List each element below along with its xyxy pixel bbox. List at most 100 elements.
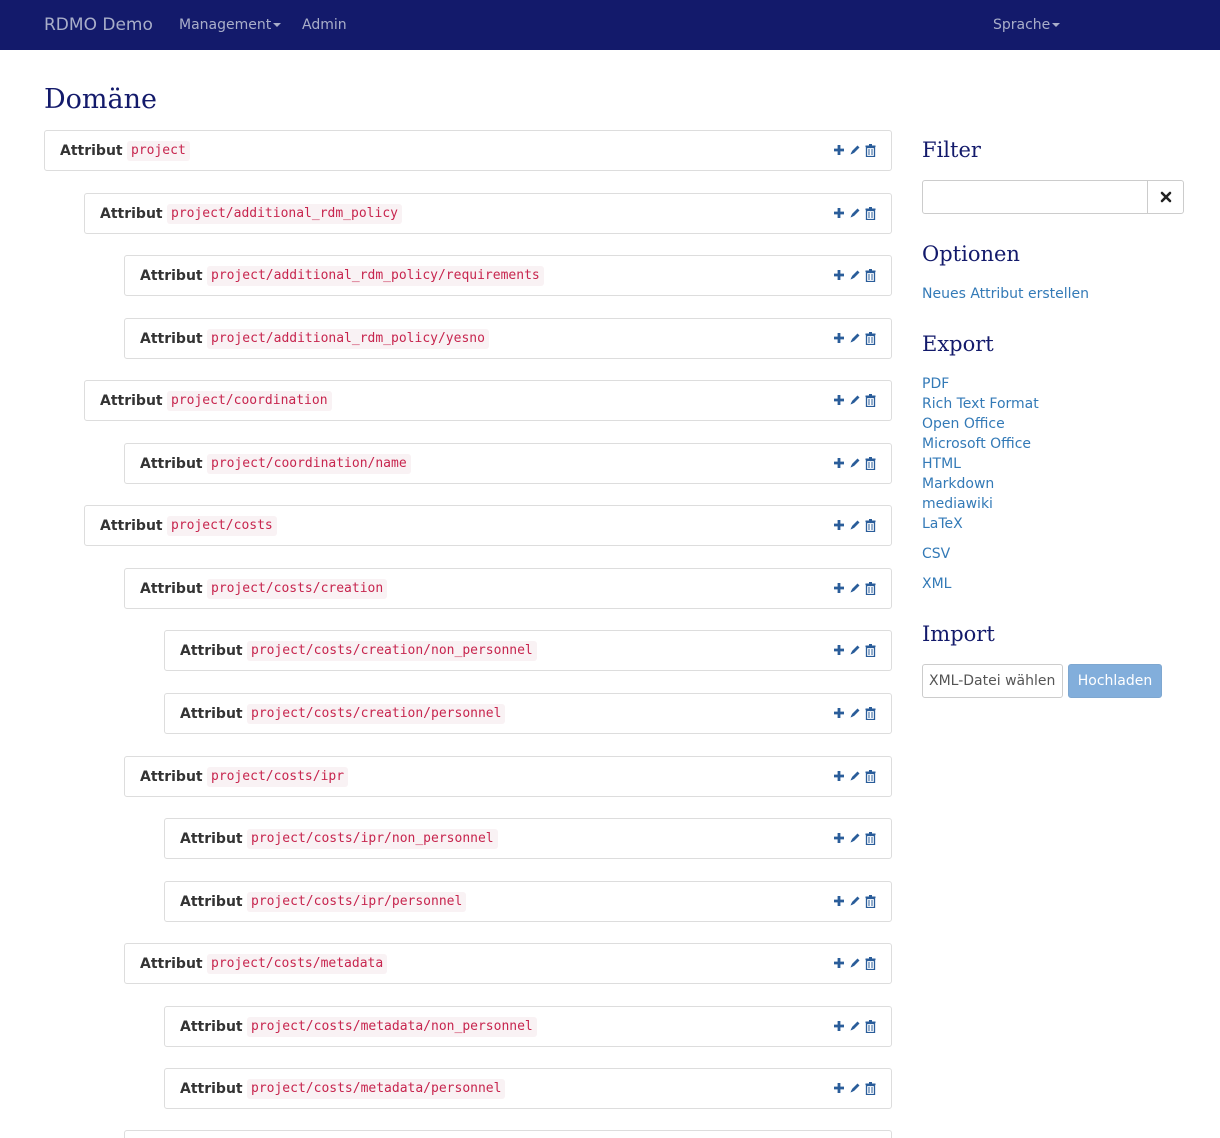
- attribute-key: project/costs/ipr/non_personnel: [247, 829, 498, 849]
- page-title: Domäne: [44, 84, 157, 115]
- clear-filter-button[interactable]: [1147, 180, 1184, 214]
- pencil-icon[interactable]: [849, 644, 861, 658]
- row-actions: [833, 518, 877, 534]
- pencil-icon[interactable]: [849, 394, 861, 408]
- trash-icon[interactable]: [865, 707, 877, 721]
- attribute-row: Attribut project/costs/creation/non_perso…: [164, 630, 892, 671]
- plus-icon[interactable]: [833, 770, 845, 784]
- plus-icon[interactable]: [833, 394, 845, 408]
- attribute-row: Attribut project/costs/metadata/personnel: [164, 1068, 892, 1109]
- trash-icon[interactable]: [865, 394, 877, 408]
- caret-down-icon: [1052, 23, 1061, 27]
- attribute-row: Attribut project/costs/metadata/non_perso…: [164, 1006, 892, 1047]
- pencil-icon[interactable]: [849, 957, 861, 971]
- trash-icon[interactable]: [865, 957, 877, 971]
- trash-icon[interactable]: [865, 770, 877, 784]
- language-menu[interactable]: Sprache: [993, 0, 1061, 50]
- options-heading: Optionen: [922, 242, 1020, 266]
- pencil-icon[interactable]: [849, 457, 861, 471]
- pencil-icon[interactable]: [849, 269, 861, 283]
- trash-icon[interactable]: [865, 832, 877, 846]
- pencil-icon[interactable]: [849, 895, 861, 909]
- trash-icon[interactable]: [865, 895, 877, 909]
- plus-icon[interactable]: [833, 269, 845, 283]
- trash-icon[interactable]: [865, 269, 877, 283]
- attribute-label: Attribut: [140, 581, 203, 597]
- trash-icon[interactable]: [865, 144, 877, 158]
- attribute-row: Attribut project/coordination: [84, 380, 892, 421]
- row-actions: [833, 143, 877, 159]
- row-actions: [833, 206, 877, 222]
- attribute-row: Attribut project/costs/creation/personnel: [164, 693, 892, 734]
- attribute-key: project/costs/metadata/personnel: [247, 1079, 506, 1099]
- plus-icon[interactable]: [833, 1020, 845, 1034]
- pencil-icon[interactable]: [849, 519, 861, 533]
- trash-icon[interactable]: [865, 644, 877, 658]
- attribute-label: Attribut: [180, 1019, 243, 1035]
- trash-icon[interactable]: [865, 582, 877, 596]
- brand-link[interactable]: RDMO Demo: [44, 0, 153, 50]
- pencil-icon[interactable]: [849, 332, 861, 346]
- pencil-icon[interactable]: [849, 207, 861, 221]
- language-label: Sprache: [993, 17, 1051, 33]
- attribute-row: Attribut project/additional_rdm_policy/re…: [124, 255, 892, 296]
- plus-icon[interactable]: [833, 332, 845, 346]
- export-markdown-link[interactable]: Markdown: [922, 474, 994, 494]
- attribute-label: Attribut: [180, 894, 243, 910]
- export-rtf-link[interactable]: Rich Text Format: [922, 394, 1039, 414]
- pencil-icon[interactable]: [849, 582, 861, 596]
- row-actions: [833, 393, 877, 409]
- trash-icon[interactable]: [865, 457, 877, 471]
- plus-icon[interactable]: [833, 1082, 845, 1096]
- pencil-icon[interactable]: [849, 832, 861, 846]
- attribute-row: Attribut project/costs/ipr/non_personnel: [164, 818, 892, 859]
- caret-down-icon: [273, 23, 282, 27]
- row-actions: [833, 706, 877, 722]
- pencil-icon[interactable]: [849, 1020, 861, 1034]
- attribute-row: Attribut project: [44, 130, 892, 171]
- plus-icon[interactable]: [833, 519, 845, 533]
- plus-icon[interactable]: [833, 895, 845, 909]
- new-attribute-link[interactable]: Neues Attribut erstellen: [922, 284, 1089, 304]
- file-select-button[interactable]: XML-Datei wählen: [922, 664, 1063, 698]
- plus-icon[interactable]: [833, 457, 845, 471]
- filter-input[interactable]: [922, 180, 1148, 214]
- admin-link[interactable]: Admin: [302, 0, 347, 50]
- attribute-key: project/coordination/name: [207, 454, 411, 474]
- pencil-icon[interactable]: [849, 144, 861, 158]
- attribute-key: project/coordination: [167, 391, 332, 411]
- plus-icon[interactable]: [833, 582, 845, 596]
- plus-icon[interactable]: [833, 207, 845, 221]
- trash-icon[interactable]: [865, 207, 877, 221]
- export-mediawiki-link[interactable]: mediawiki: [922, 494, 993, 514]
- trash-icon[interactable]: [865, 519, 877, 533]
- export-odt-link[interactable]: Open Office: [922, 414, 1005, 434]
- trash-icon[interactable]: [865, 1020, 877, 1034]
- attribute-label: Attribut: [140, 956, 203, 972]
- plus-icon[interactable]: [833, 644, 845, 658]
- export-latex-link[interactable]: LaTeX: [922, 514, 963, 534]
- row-actions: [833, 581, 877, 597]
- plus-icon[interactable]: [833, 957, 845, 971]
- export-docx-link[interactable]: Microsoft Office: [922, 434, 1031, 454]
- export-xml-link[interactable]: XML: [922, 574, 951, 594]
- management-menu[interactable]: Management: [179, 0, 282, 50]
- plus-icon[interactable]: [833, 144, 845, 158]
- attribute-key: project/costs/ipr: [207, 767, 349, 787]
- plus-icon[interactable]: [833, 707, 845, 721]
- pencil-icon[interactable]: [849, 707, 861, 721]
- export-html-link[interactable]: HTML: [922, 454, 961, 474]
- pencil-icon[interactable]: [849, 770, 861, 784]
- pencil-icon[interactable]: [849, 1082, 861, 1096]
- row-actions: [833, 1019, 877, 1035]
- trash-icon[interactable]: [865, 332, 877, 346]
- import-heading: Import: [922, 622, 995, 646]
- attribute-key: project/costs/metadata/non_personnel: [247, 1017, 537, 1037]
- attribute-key: project/additional_rdm_policy: [167, 204, 402, 224]
- export-csv-link[interactable]: CSV: [922, 544, 950, 564]
- attribute-key: project/costs: [167, 516, 277, 536]
- export-pdf-link[interactable]: PDF: [922, 374, 949, 394]
- trash-icon[interactable]: [865, 1082, 877, 1096]
- upload-button[interactable]: Hochladen: [1068, 664, 1162, 698]
- plus-icon[interactable]: [833, 832, 845, 846]
